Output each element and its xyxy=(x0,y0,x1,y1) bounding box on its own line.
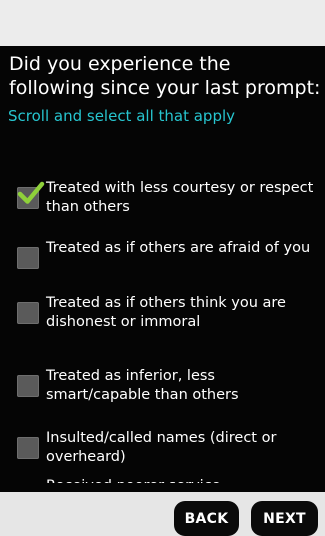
navigation-bar: BACK NEXT xyxy=(0,492,325,536)
checkbox-unchecked[interactable] xyxy=(17,302,39,324)
instruction-text: Scroll and select all that apply xyxy=(8,107,236,125)
checkbox-checked[interactable] xyxy=(17,181,45,209)
next-button[interactable]: NEXT xyxy=(251,501,318,536)
option-inferior[interactable]: Treated as inferior, less smart/capable … xyxy=(17,367,317,405)
status-area xyxy=(0,0,325,46)
option-label: Treated as inferior, less smart/capable … xyxy=(46,368,239,403)
partial-option-label: Received poorer service... xyxy=(46,478,235,492)
option-label: Insulted/called names (direct or overhea… xyxy=(46,430,277,465)
option-afraid-of-you[interactable]: Treated as if others are afraid of you xyxy=(17,239,317,269)
option-dishonest[interactable]: Treated as if others think you are disho… xyxy=(17,294,317,332)
option-label: Treated with less courtesy or respect th… xyxy=(46,180,314,215)
checkbox-unchecked[interactable] xyxy=(17,375,39,397)
back-button[interactable]: BACK xyxy=(174,501,239,536)
option-label: Treated as if others think you are disho… xyxy=(46,295,286,330)
survey-screen[interactable]: Did you experience the following since y… xyxy=(0,46,325,492)
question-text: Did you experience the following since y… xyxy=(9,53,321,99)
option-insulted[interactable]: Insulted/called names (direct or overhea… xyxy=(17,429,317,467)
option-label: Treated as if others are afraid of you xyxy=(46,240,311,256)
checkbox-unchecked[interactable] xyxy=(17,247,39,269)
check-icon xyxy=(17,181,45,204)
option-less-courtesy[interactable]: Treated with less courtesy or respect th… xyxy=(17,179,317,217)
checkbox-unchecked[interactable] xyxy=(17,437,39,459)
